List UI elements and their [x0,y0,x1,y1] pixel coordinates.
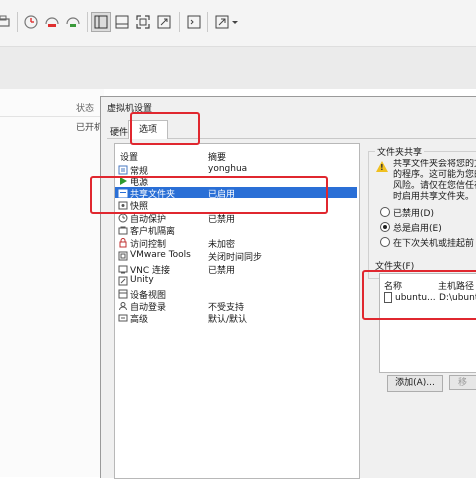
folder-sharing-title: 文件夹共享 [375,145,425,158]
column-header-setting: 设置 [120,153,139,163]
status-column-header: 状态 [76,104,95,114]
column-header-summary: 摘要 [208,153,227,163]
tab-hardware[interactable]: 硬件 [110,125,128,138]
list-item-summary: yonghua [208,164,248,174]
console-view-icon[interactable] [91,12,111,32]
autoprotect-icon [118,213,128,223]
vm-status-value: 已开机 [76,123,104,133]
list-item-autologin[interactable]: 自动登录 不受支持 [115,300,357,313]
list-item-summary: 默认/默认 [208,315,248,325]
remove-folder-button[interactable]: 移 [449,375,476,390]
thumbnail-view-icon[interactable] [112,12,132,32]
terminal-icon[interactable] [184,12,204,32]
main-toolbar [0,0,476,47]
list-item-general[interactable]: 常规 yonghua [115,164,357,177]
list-item-label: 客户机隔离 [130,227,176,237]
list-item-label: VMware Tools [130,250,191,260]
dropdown-arrow-icon[interactable] [230,12,240,32]
snapshot-icon[interactable] [21,12,41,32]
annotation-box-options-tab [130,112,200,145]
list-item-vmware-tools[interactable]: VMware Tools 关闭时间同步 [115,250,357,263]
fullscreen-icon[interactable] [212,12,232,32]
library-panel [0,89,104,477]
revert-snapshot-icon[interactable] [42,12,62,32]
radio-disabled[interactable] [380,207,390,217]
vnc-icon [118,264,128,274]
list-item-appliance-view[interactable]: 设备视图 [115,288,357,301]
radio-always-enabled[interactable] [380,222,390,232]
list-item-vnc[interactable]: VNC 连接 已禁用 [115,263,357,276]
annotation-box-folder-list [362,270,476,320]
radio-always-enabled-label: 总是启用(E) [393,224,442,234]
unity-icon [118,276,128,286]
snapshot-manager-icon[interactable] [63,12,83,32]
divider [0,116,104,117]
guest-isolation-icon [118,225,128,235]
sharing-description: 共享文件夹会将您的文 的程序。这可能为您的 风险。请仅在您信任在 时启用共享文件… [393,159,476,202]
list-item-advanced[interactable]: 高级 默认/默认 [115,312,357,325]
unity-icon[interactable] [154,12,174,32]
warning-mark: ! [380,163,384,172]
advanced-icon [118,313,128,323]
annotation-box-shared-folders [90,176,328,214]
list-item-label: 访问控制 [130,240,167,250]
radio-until-poweroff[interactable] [380,237,390,247]
list-item-summary: 关闭时间同步 [208,253,263,263]
list-item-access-control[interactable]: 访问控制 未加密 [115,237,357,250]
list-item-summary: 未加密 [208,240,236,250]
general-icon [118,165,128,175]
list-item-label: 高级 [130,315,149,325]
radio-disabled-label: 已禁用(D) [393,209,434,219]
tab-bar-area [0,47,476,89]
list-item-label: Unity [130,275,154,285]
list-item-guest-isolation[interactable]: 客户机隔离 [115,224,357,237]
autologin-icon [118,301,128,311]
appliance-view-icon [118,289,128,299]
print-icon[interactable] [0,12,14,32]
list-item-unity[interactable]: Unity [115,275,357,286]
vmware-tools-icon [118,251,128,261]
radio-until-poweroff-label: 在下次关机或挂起前 [393,239,475,249]
access-control-icon [118,238,128,248]
add-folder-button[interactable]: 添加(A)... [387,375,443,392]
fit-guest-icon[interactable] [133,12,153,32]
